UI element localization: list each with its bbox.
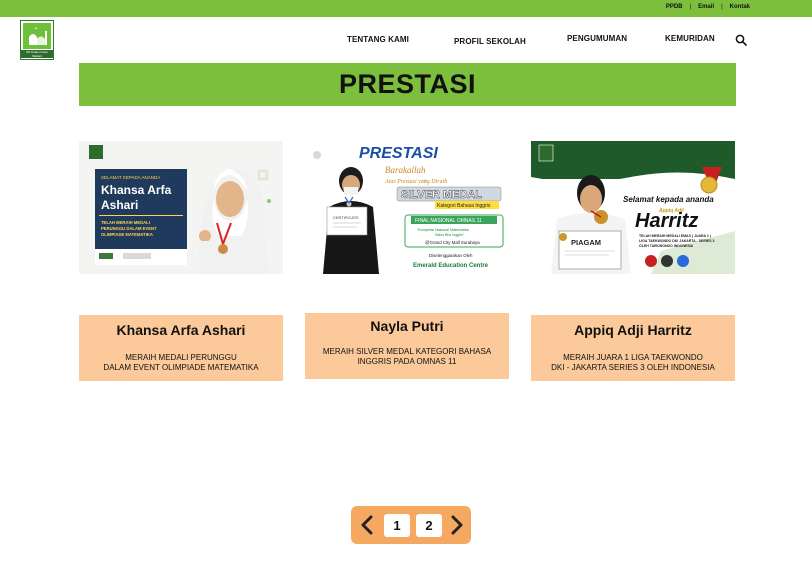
chevron-right-icon[interactable] bbox=[449, 515, 465, 535]
poster-1-name-line1: Khansa Arfa bbox=[101, 183, 172, 197]
student-name: Nayla Putri bbox=[370, 318, 444, 334]
svg-text:OLIMPIADE MATEMATIKA: OLIMPIADE MATEMATIKA bbox=[101, 232, 153, 237]
achievement-card-2[interactable]: Nayla Putri MERAIH SILVER MEDAL KATEGORI… bbox=[305, 313, 509, 379]
desc-line: DKI - JAKARTA SERIES 3 OLEH INDONESIA bbox=[551, 363, 715, 372]
top-link-ppdb[interactable]: PPDB bbox=[666, 4, 683, 10]
svg-text:Sains Bhs Inggris": Sains Bhs Inggris" bbox=[435, 233, 465, 237]
poster-2-medal: SILVER MEDAL bbox=[401, 189, 482, 201]
page-button-2[interactable]: 2 bbox=[416, 514, 442, 537]
search-icon[interactable] bbox=[735, 34, 747, 46]
poster-2-box-title: FINAL NASIONAL OMNAS 11 bbox=[415, 218, 482, 224]
nav-profil-sekolah[interactable]: PROFIL SEKOLAH bbox=[454, 37, 526, 46]
student-name: Khansa Arfa Ashari bbox=[116, 322, 246, 338]
desc-line: DALAM EVENT OLIMPIADE MATEMATIKA bbox=[103, 363, 259, 372]
poster-2-barakallah: Barakallah bbox=[385, 165, 426, 175]
svg-text:OLEH TAEKWONDO INDONESIA: OLEH TAEKWONDO INDONESIA bbox=[639, 244, 694, 248]
svg-text:CERTIFICATE: CERTIFICATE bbox=[333, 215, 359, 220]
desc-line: MERAIH MEDALI PERUNGGU bbox=[125, 353, 237, 362]
achievement-poster-2: PRESTASI Barakallah Atas Prestasi yang D… bbox=[305, 141, 509, 274]
achievement-poster-3: PIAGAM Selamat kepada ananda Appiq Adji … bbox=[531, 141, 735, 274]
achievement-image-2[interactable]: PRESTASI Barakallah Atas Prestasi yang D… bbox=[305, 141, 509, 274]
svg-text:"Kompetisi Nasional Matematika: "Kompetisi Nasional Matematika bbox=[417, 228, 469, 232]
top-link-kontak[interactable]: Kontak bbox=[730, 4, 750, 10]
achievement-card-3[interactable]: Appiq Adji Harritz MERAIH JUARA 1 LIGA T… bbox=[531, 315, 735, 381]
poster-3-name: Harritz bbox=[635, 210, 698, 232]
page-title: PRESTASI bbox=[338, 69, 477, 99]
svg-text:LIGA TAEKWONDO DKI JAKARTA - S: LIGA TAEKWONDO DKI JAKARTA - SERIES 3 bbox=[639, 239, 715, 243]
svg-text:TELAH MERAIH MEDALI EMAS ( JUA: TELAH MERAIH MEDALI EMAS ( JUARA 1 ) bbox=[639, 234, 711, 238]
achievement-desc: MERAIH SILVER MEDAL KATEGORI BAHASA INGG… bbox=[305, 347, 509, 367]
poster-3-certificate: PIAGAM bbox=[571, 238, 601, 247]
chevron-left-icon[interactable] bbox=[359, 515, 375, 535]
poster-2-subtitle: Atas Prestasi yang Diraih bbox=[384, 179, 447, 185]
logo-text: SD Kalam Insan Madani bbox=[21, 50, 53, 58]
achievement-desc: MERAIH JUARA 1 LIGA TAEKWONDO DKI - JAKA… bbox=[531, 353, 735, 373]
achievement-image-3[interactable]: PIAGAM Selamat kepada ananda Appiq Adji … bbox=[531, 141, 735, 274]
svg-text:PERUNGGU DALAM EVENT: PERUNGGU DALAM EVENT bbox=[101, 226, 157, 231]
svg-text:TELAH MERAIH MEDALI: TELAH MERAIH MEDALI bbox=[101, 220, 150, 225]
poster-2-organizer-label: Diselenggarakan Oleh bbox=[429, 253, 473, 258]
poster-2-venue: @Grand City Mall Surabaya bbox=[425, 240, 480, 245]
separator: | bbox=[721, 4, 723, 10]
poster-1-name-line2: Ashari bbox=[101, 198, 138, 212]
poster-3-greeting: Selamat kepada ananda bbox=[623, 195, 714, 204]
desc-line: MERAIH SILVER MEDAL KATEGORI BAHASA bbox=[322, 347, 492, 356]
separator: | bbox=[689, 4, 692, 10]
poster-2-organizer: Emerald Education Centre bbox=[413, 263, 489, 269]
achievement-card-1[interactable]: Khansa Arfa Ashari MERAIH MEDALI PERUNGG… bbox=[79, 315, 283, 381]
page-button-1[interactable]: 1 bbox=[384, 514, 410, 537]
achievement-image-1[interactable]: SELAMAT KEPADA ANANDA Khansa Arfa Ashari… bbox=[79, 141, 283, 274]
main-nav: TENTANG KAMI PROFIL SEKOLAH PENGUMUMAN K… bbox=[0, 34, 812, 49]
student-name: Appiq Adji Harritz bbox=[574, 322, 692, 338]
top-link-email[interactable]: Email bbox=[698, 4, 714, 10]
nav-kemuridan[interactable]: KEMURIDAN bbox=[665, 34, 715, 43]
poster-2-category: Kategori Bahasa Inggris bbox=[437, 203, 491, 209]
top-links: PPDB | Email | Kontak bbox=[666, 4, 750, 10]
nav-tentang-kami[interactable]: TENTANG KAMI bbox=[347, 35, 409, 44]
achievement-desc: MERAIH MEDALI PERUNGGU DALAM EVENT OLIMP… bbox=[79, 353, 283, 373]
nav-pengumuman[interactable]: PENGUMUMAN bbox=[567, 34, 627, 43]
achievement-poster-1: SELAMAT KEPADA ANANDA Khansa Arfa Ashari… bbox=[79, 141, 283, 274]
desc-line: INGGRIS PADA OMNAS 11 bbox=[357, 357, 457, 366]
poster-2-title: PRESTASI bbox=[359, 145, 438, 162]
pagination: 1 2 bbox=[351, 506, 471, 544]
poster-1-greeting: SELAMAT KEPADA ANANDA bbox=[101, 175, 160, 180]
desc-line: MERAIH JUARA 1 LIGA TAEKWONDO bbox=[563, 353, 703, 362]
page-title-banner: PRESTASI bbox=[79, 63, 736, 106]
top-bar: PPDB | Email | Kontak bbox=[0, 0, 812, 17]
